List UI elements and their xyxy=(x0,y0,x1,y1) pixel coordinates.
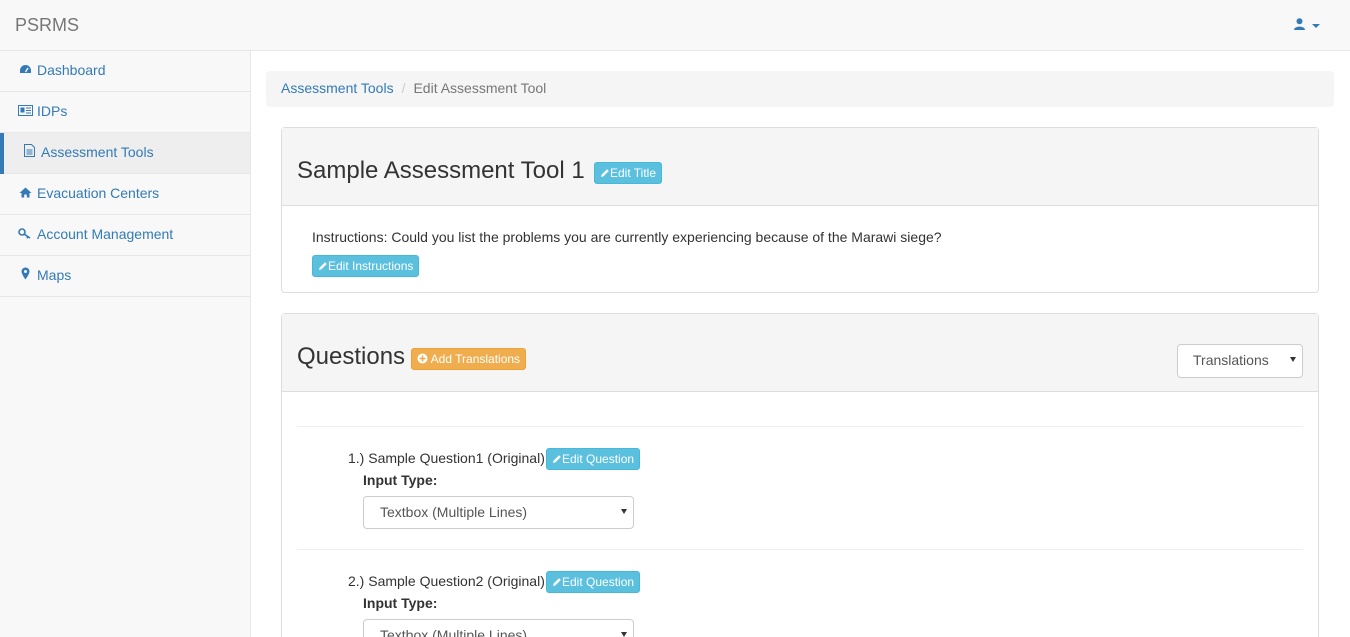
sidebar-item-label: Assessment Tools xyxy=(41,144,154,160)
breadcrumb-current: Edit Assessment Tool xyxy=(413,80,547,96)
sidebar-item-dashboard[interactable]: Dashboard xyxy=(0,51,250,92)
page-title: Sample Assessment Tool 1 xyxy=(297,157,585,184)
questions-heading: Questions xyxy=(297,343,406,370)
plus-circle-icon xyxy=(417,353,428,364)
breadcrumb-separator: / xyxy=(401,80,406,96)
chevron-down-icon xyxy=(621,509,627,514)
divider xyxy=(297,549,1303,550)
questions-panel: Questions Add Translations Translations … xyxy=(281,313,1319,637)
sidebar-item-label: IDPs xyxy=(37,103,68,119)
breadcrumb: Assessment Tools / Edit Assessment Tool xyxy=(266,71,1334,107)
tool-panel: Sample Assessment Tool 1 Edit Title Inst… xyxy=(281,127,1319,293)
sidebar-item-label: Dashboard xyxy=(37,62,106,78)
sidebar: Dashboard IDPs Assessment Tools Evacuati… xyxy=(0,51,251,637)
sidebar-item-evacuation-centers[interactable]: Evacuation Centers xyxy=(0,174,250,215)
document-icon xyxy=(21,144,37,160)
breadcrumb-link-assessment-tools[interactable]: Assessment Tools xyxy=(281,80,394,96)
chevron-down-icon xyxy=(621,632,627,637)
brand-logo[interactable]: PSRMS xyxy=(15,15,79,36)
sidebar-item-label: Evacuation Centers xyxy=(37,185,160,201)
key-icon xyxy=(17,228,33,242)
sidebar-item-idps[interactable]: IDPs xyxy=(0,92,250,133)
edit-instructions-label: Edit Instructions xyxy=(328,259,414,273)
user-icon xyxy=(1294,18,1306,30)
home-icon xyxy=(17,187,33,201)
pencil-icon xyxy=(319,262,327,270)
add-translations-label: Add Translations xyxy=(430,352,521,366)
sidebar-item-label: Maps xyxy=(37,267,72,283)
pencil-icon xyxy=(553,455,561,463)
sidebar-item-assessment-tools[interactable]: Assessment Tools xyxy=(0,133,250,174)
edit-instructions-button[interactable]: Edit Instructions xyxy=(312,255,420,277)
questions-panel-heading: Questions Add Translations Translations xyxy=(282,314,1318,392)
divider xyxy=(297,426,1303,427)
sidebar-item-account-management[interactable]: Account Management xyxy=(0,215,250,256)
input-type-label: Input Type: xyxy=(363,595,438,611)
edit-question-button[interactable]: Edit Question xyxy=(546,571,641,593)
tool-panel-heading: Sample Assessment Tool 1 Edit Title xyxy=(282,128,1318,206)
question-label: 1.) Sample Question1 (Original) xyxy=(348,450,545,466)
translations-select-value: Translations xyxy=(1193,352,1269,368)
translations-select[interactable]: Translations xyxy=(1177,344,1303,378)
input-type-select[interactable]: Textbox (Multiple Lines) xyxy=(363,496,634,529)
pencil-icon xyxy=(553,578,561,586)
edit-title-button[interactable]: Edit Title xyxy=(594,162,663,184)
sidebar-item-maps[interactable]: Maps xyxy=(0,256,250,297)
edit-question-label: Edit Question xyxy=(562,575,635,589)
edit-question-button[interactable]: Edit Question xyxy=(546,448,641,470)
input-type-select-value: Textbox (Multiple Lines) xyxy=(380,627,528,637)
map-marker-icon xyxy=(17,267,33,283)
input-type-select-value: Textbox (Multiple Lines) xyxy=(380,504,528,520)
chevron-down-icon xyxy=(1290,357,1296,362)
id-card-icon xyxy=(17,105,33,119)
input-type-label: Input Type: xyxy=(363,472,438,488)
user-menu-toggle[interactable] xyxy=(1294,17,1320,32)
dashboard-icon xyxy=(17,64,33,78)
edit-title-label: Edit Title xyxy=(610,166,657,180)
question-label: 2.) Sample Question2 (Original) xyxy=(348,573,545,589)
chevron-down-icon xyxy=(1312,23,1320,28)
input-type-select[interactable]: Textbox (Multiple Lines) xyxy=(363,619,634,637)
sidebar-item-label: Account Management xyxy=(37,226,174,242)
add-translations-button[interactable]: Add Translations xyxy=(411,348,527,370)
pencil-icon xyxy=(601,169,609,177)
instructions-text: Instructions: Could you list the problem… xyxy=(312,229,942,245)
edit-question-label: Edit Question xyxy=(562,452,635,466)
top-navbar: PSRMS xyxy=(0,0,1350,51)
